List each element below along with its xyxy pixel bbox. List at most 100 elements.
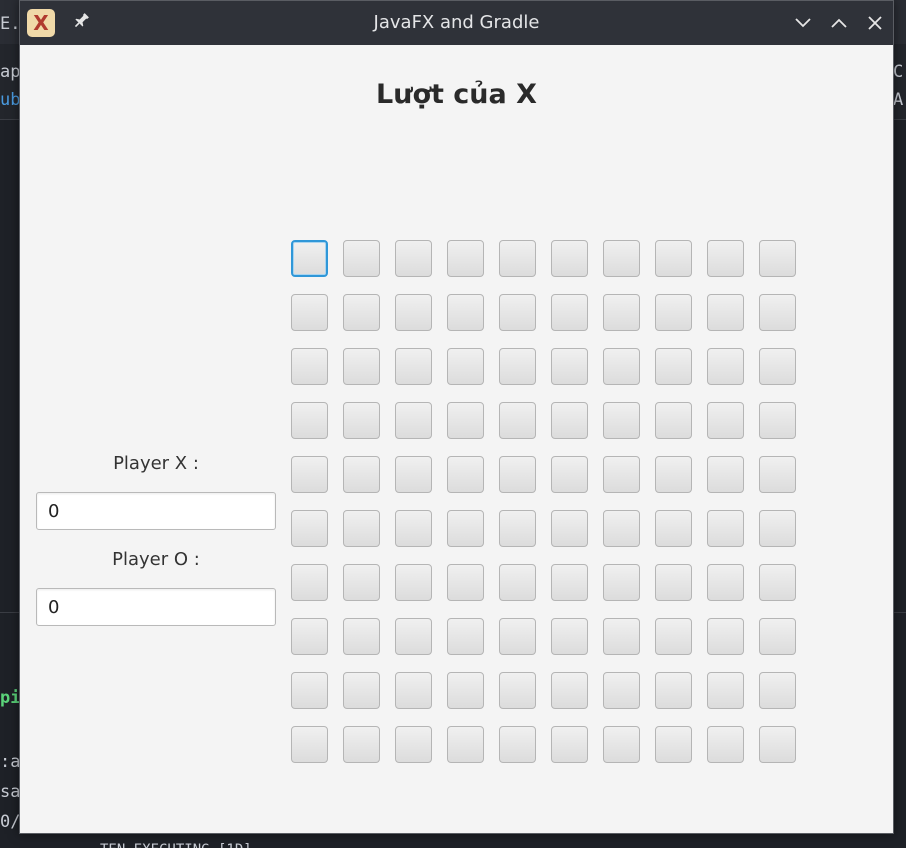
board-cell[interactable] <box>499 510 536 547</box>
board-cell[interactable] <box>551 564 588 601</box>
board-cell[interactable] <box>395 348 432 385</box>
board-cell[interactable] <box>603 456 640 493</box>
board-cell[interactable] <box>759 726 796 763</box>
board-cell[interactable] <box>343 564 380 601</box>
board-cell[interactable] <box>499 402 536 439</box>
board-cell[interactable] <box>447 402 484 439</box>
title-bar[interactable]: X JavaFX and Gradle <box>20 1 893 45</box>
board-cell[interactable] <box>551 456 588 493</box>
board-cell[interactable] <box>343 672 380 709</box>
board-cell[interactable] <box>343 456 380 493</box>
board-cell[interactable] <box>395 726 432 763</box>
player-x-score-field[interactable] <box>36 492 276 530</box>
player-o-score-field[interactable] <box>36 588 276 626</box>
board-cell[interactable] <box>343 240 380 277</box>
board-cell[interactable] <box>395 402 432 439</box>
board-cell[interactable] <box>447 510 484 547</box>
board-cell[interactable] <box>707 726 744 763</box>
board-cell[interactable] <box>603 618 640 655</box>
board-cell[interactable] <box>603 672 640 709</box>
board-cell[interactable] <box>655 672 692 709</box>
board-cell[interactable] <box>759 510 796 547</box>
board-cell[interactable] <box>291 294 328 331</box>
board-cell[interactable] <box>447 672 484 709</box>
board-cell[interactable] <box>291 402 328 439</box>
board-cell[interactable] <box>499 294 536 331</box>
board-cell[interactable] <box>447 456 484 493</box>
board-cell[interactable] <box>447 564 484 601</box>
board-cell[interactable] <box>291 348 328 385</box>
minimize-button[interactable] <box>787 7 819 39</box>
board-cell[interactable] <box>603 402 640 439</box>
board-cell[interactable] <box>395 672 432 709</box>
maximize-button[interactable] <box>823 7 855 39</box>
board-cell[interactable] <box>603 294 640 331</box>
board-cell[interactable] <box>603 510 640 547</box>
board-cell[interactable] <box>551 672 588 709</box>
board-cell[interactable] <box>551 510 588 547</box>
board-cell[interactable] <box>707 672 744 709</box>
board-cell[interactable] <box>499 672 536 709</box>
board-cell[interactable] <box>551 240 588 277</box>
board-cell[interactable] <box>291 618 328 655</box>
board-cell[interactable] <box>343 726 380 763</box>
board-cell[interactable] <box>655 348 692 385</box>
board-cell[interactable] <box>551 402 588 439</box>
board-cell[interactable] <box>447 618 484 655</box>
board-cell[interactable] <box>707 240 744 277</box>
board-cell[interactable] <box>759 672 796 709</box>
board-cell[interactable] <box>655 294 692 331</box>
board-cell[interactable] <box>447 294 484 331</box>
board-cell[interactable] <box>291 456 328 493</box>
board-cell[interactable] <box>395 294 432 331</box>
board-cell[interactable] <box>707 456 744 493</box>
board-cell[interactable] <box>551 348 588 385</box>
board-cell[interactable] <box>291 510 328 547</box>
board-cell[interactable] <box>655 240 692 277</box>
close-button[interactable] <box>859 7 891 39</box>
board-cell[interactable] <box>499 456 536 493</box>
board-cell[interactable] <box>291 672 328 709</box>
board-cell[interactable] <box>759 456 796 493</box>
board-cell[interactable] <box>707 510 744 547</box>
board-cell[interactable] <box>759 294 796 331</box>
board-cell[interactable] <box>603 726 640 763</box>
board-cell[interactable] <box>655 618 692 655</box>
board-cell[interactable] <box>655 564 692 601</box>
board-cell[interactable] <box>343 510 380 547</box>
board-cell[interactable] <box>343 618 380 655</box>
board-cell[interactable] <box>343 402 380 439</box>
board-cell[interactable] <box>447 726 484 763</box>
board-cell[interactable] <box>395 618 432 655</box>
board-cell[interactable] <box>603 348 640 385</box>
board-cell[interactable] <box>759 240 796 277</box>
board-cell[interactable] <box>759 348 796 385</box>
board-cell[interactable] <box>707 348 744 385</box>
board-cell[interactable] <box>291 240 328 277</box>
board-cell[interactable] <box>291 564 328 601</box>
board-cell[interactable] <box>395 456 432 493</box>
board-cell[interactable] <box>343 294 380 331</box>
board-cell[interactable] <box>343 348 380 385</box>
board-cell[interactable] <box>655 402 692 439</box>
board-cell[interactable] <box>499 564 536 601</box>
board-cell[interactable] <box>395 564 432 601</box>
board-cell[interactable] <box>447 348 484 385</box>
board-cell[interactable] <box>655 726 692 763</box>
board-cell[interactable] <box>499 618 536 655</box>
board-cell[interactable] <box>759 402 796 439</box>
board-cell[interactable] <box>499 726 536 763</box>
board-cell[interactable] <box>759 564 796 601</box>
board-cell[interactable] <box>395 240 432 277</box>
board-cell[interactable] <box>707 294 744 331</box>
board-cell[interactable] <box>707 564 744 601</box>
board-cell[interactable] <box>603 564 640 601</box>
board-cell[interactable] <box>707 402 744 439</box>
board-cell[interactable] <box>759 618 796 655</box>
board-cell[interactable] <box>447 240 484 277</box>
board-cell[interactable] <box>551 726 588 763</box>
board-cell[interactable] <box>655 510 692 547</box>
board-cell[interactable] <box>395 510 432 547</box>
board-cell[interactable] <box>551 618 588 655</box>
board-cell[interactable] <box>499 240 536 277</box>
